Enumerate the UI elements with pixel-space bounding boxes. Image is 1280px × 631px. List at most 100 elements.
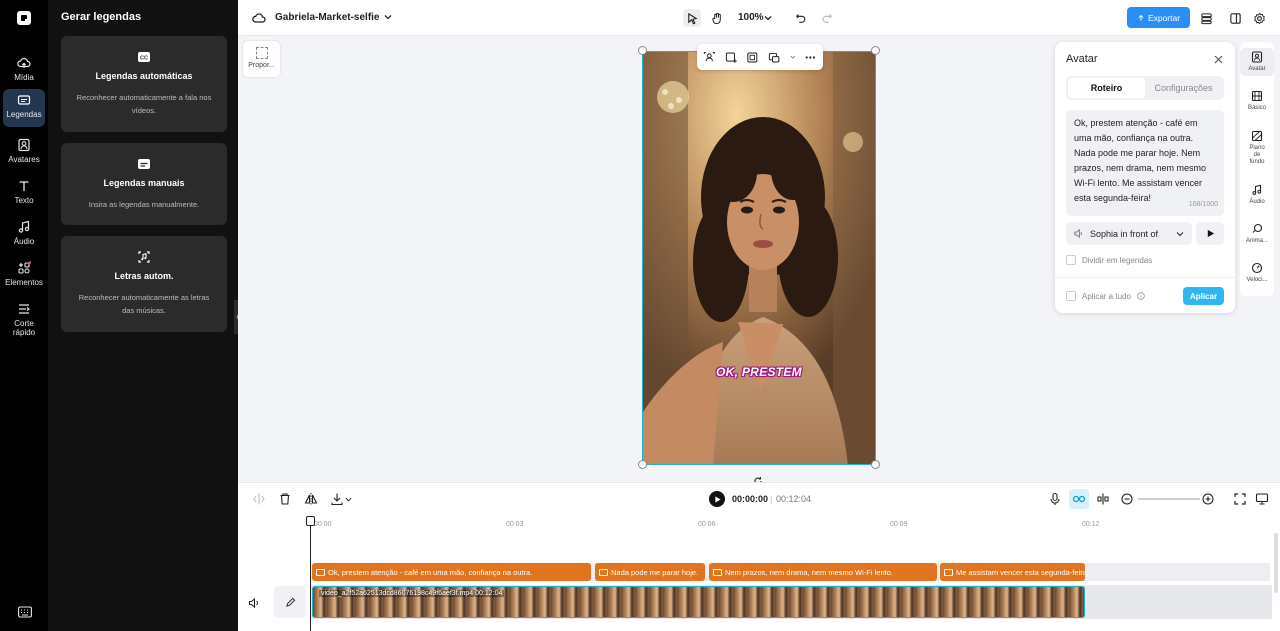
zoom-out-icon[interactable] — [1120, 492, 1134, 506]
apply-all-option[interactable]: Aplicar a tudo — [1066, 291, 1145, 301]
rail-item-label: Corte rápido — [12, 319, 36, 337]
hand-tool-button[interactable] — [708, 9, 726, 27]
subtitle-clip[interactable]: Nada pode me parar hoje. — [595, 563, 705, 581]
undo-button[interactable] — [792, 9, 810, 27]
zoom-in-icon[interactable] — [1201, 492, 1215, 506]
apply-button[interactable]: Aplicar — [1183, 287, 1224, 305]
voice-select[interactable]: Sophia in front of — [1066, 222, 1192, 245]
fit-screen-icon[interactable] — [1233, 492, 1247, 506]
split-captions-checkbox[interactable] — [1066, 255, 1076, 265]
monitor-icon[interactable] — [1255, 492, 1269, 506]
mirror-icon[interactable] — [304, 492, 318, 506]
video-clip[interactable]: video_a2f52a62513dcd86076198c49f6aef3f.m… — [312, 586, 1085, 618]
chevron-down-icon[interactable] — [789, 54, 796, 60]
magnet-toggle[interactable] — [1069, 489, 1089, 509]
select-tool-button[interactable] — [683, 9, 701, 27]
apply-all-checkbox[interactable] — [1066, 291, 1076, 301]
split-icon[interactable] — [252, 492, 266, 506]
chevron-down-icon[interactable] — [384, 13, 392, 21]
video-preview[interactable]: OK, PRESTEM — [642, 51, 876, 465]
crop-icon[interactable] — [746, 51, 759, 64]
close-icon[interactable] — [1214, 55, 1223, 64]
tab-settings[interactable]: Configurações — [1145, 78, 1222, 98]
rail-item-text[interactable]: Texto — [3, 175, 45, 213]
settings-button[interactable] — [1250, 9, 1268, 27]
cc-icon: CC — [138, 52, 150, 62]
resize-handle-bottom-right[interactable] — [871, 460, 880, 469]
add-media-icon[interactable] — [725, 51, 738, 64]
rail-item-avatars[interactable]: Avatares — [3, 134, 45, 172]
zoom-level[interactable]: 100% — [738, 12, 764, 23]
pencil-icon — [285, 597, 295, 607]
project-name[interactable]: Gabriela-Market-selfie — [275, 12, 380, 23]
card-description: Reconhecer automaticamente a fala nos ví… — [76, 93, 212, 115]
rail-animation[interactable]: Anima... — [1240, 223, 1274, 245]
card-title: Legendas automáticas — [95, 71, 193, 81]
timeline-scrollbar[interactable] — [1274, 533, 1278, 593]
rail-item-media[interactable]: Mídia — [3, 52, 45, 90]
rail-avatar[interactable]: Avatar — [1240, 48, 1274, 76]
chevron-down-icon[interactable] — [764, 14, 772, 22]
rail-audio[interactable]: Áudio — [1240, 184, 1274, 206]
volume-icon[interactable] — [248, 597, 260, 609]
more-icon[interactable] — [804, 51, 817, 64]
auto-lyrics-card[interactable]: Letras autom. Reconhecer automaticamente… — [61, 236, 227, 332]
zoom-slider[interactable] — [1138, 498, 1200, 500]
microphone-icon[interactable] — [1048, 492, 1062, 506]
rail-background[interactable]: Plano de fundo — [1240, 130, 1274, 166]
rail-item-label: Elementos — [5, 278, 43, 287]
replace-icon[interactable] — [768, 51, 781, 64]
rail-basic[interactable]: Básico — [1240, 90, 1274, 112]
download-icon[interactable] — [330, 492, 344, 506]
keyboard-shortcuts-icon[interactable] — [18, 606, 32, 618]
split-view-icon[interactable] — [1096, 492, 1110, 506]
avatar-swap-icon[interactable] — [703, 51, 716, 64]
layout-button[interactable] — [1226, 9, 1244, 27]
subtitle-clip[interactable]: Nem prazos, nem drama, nem mesmo Wi-Fi l… — [709, 563, 937, 581]
subtitle-overlay[interactable]: OK, PRESTEM — [643, 365, 875, 379]
cursor-icon — [687, 12, 698, 25]
aspect-ratio-label: Propor... — [248, 62, 275, 69]
link-icon — [1072, 495, 1086, 503]
cloud-icon[interactable] — [252, 11, 266, 25]
app-logo-icon[interactable] — [16, 10, 32, 26]
rail-item-captions[interactable]: Legendas — [3, 89, 45, 127]
stack-icon — [1200, 12, 1212, 24]
storage-button[interactable] — [1197, 9, 1215, 27]
time-separator: | — [770, 494, 773, 504]
caption-icon — [944, 568, 953, 576]
aspect-ratio-button[interactable]: Propor... — [243, 41, 280, 77]
edit-track-button[interactable] — [274, 586, 306, 618]
left-rail: Mídia Legendas Avatares Texto Áudio Elem… — [0, 0, 48, 631]
layout-icon — [1229, 12, 1241, 24]
play-icon — [1207, 229, 1214, 238]
resize-handle-top-left[interactable] — [638, 46, 647, 55]
script-textarea[interactable]: Ok, prestem atenção - café em uma mão, c… — [1066, 110, 1224, 216]
play-button[interactable] — [709, 491, 725, 507]
chevron-down-icon[interactable] — [345, 496, 352, 503]
rail-item-quick-cut[interactable]: Corte rápido — [3, 298, 45, 342]
split-captions-option[interactable]: Dividir em legendas — [1066, 255, 1152, 265]
manual-captions-card[interactable]: Legendas manuais Insira as legendas manu… — [61, 143, 227, 225]
subtitle-clip[interactable]: Me assistam vencer esta segunda-feira! — [940, 563, 1085, 581]
tab-script[interactable]: Roteiro — [1068, 78, 1145, 98]
rail-item-audio[interactable]: Áudio — [3, 216, 45, 254]
redo-button[interactable] — [818, 9, 836, 27]
rail-item-elements[interactable]: Elementos — [3, 257, 45, 295]
resize-handle-top-right[interactable] — [871, 46, 880, 55]
subtitle-clip[interactable]: Ok, prestem atenção - café em uma mão, c… — [312, 563, 591, 581]
subtitle-clip-text: Nada pode me parar hoje. — [611, 567, 699, 577]
info-icon[interactable] — [1137, 292, 1145, 300]
time-ruler[interactable]: 00:00 00:03 00:06 00:09 00:12 — [238, 517, 1280, 531]
export-button[interactable]: Exportar — [1127, 7, 1190, 28]
resize-handle-bottom-left[interactable] — [638, 460, 647, 469]
auto-captions-card[interactable]: CC Legendas automáticas Reconhecer autom… — [61, 36, 227, 132]
playhead[interactable] — [310, 517, 311, 631]
panel-title: Gerar legendas — [61, 11, 142, 23]
voice-preview-button[interactable] — [1196, 222, 1224, 245]
rail-speed[interactable]: Veloci... — [1240, 262, 1274, 284]
scissors-icon — [19, 304, 30, 314]
rail-label: Veloci... — [1246, 277, 1268, 283]
playhead-handle[interactable] — [306, 516, 315, 526]
trash-icon[interactable] — [278, 492, 292, 506]
